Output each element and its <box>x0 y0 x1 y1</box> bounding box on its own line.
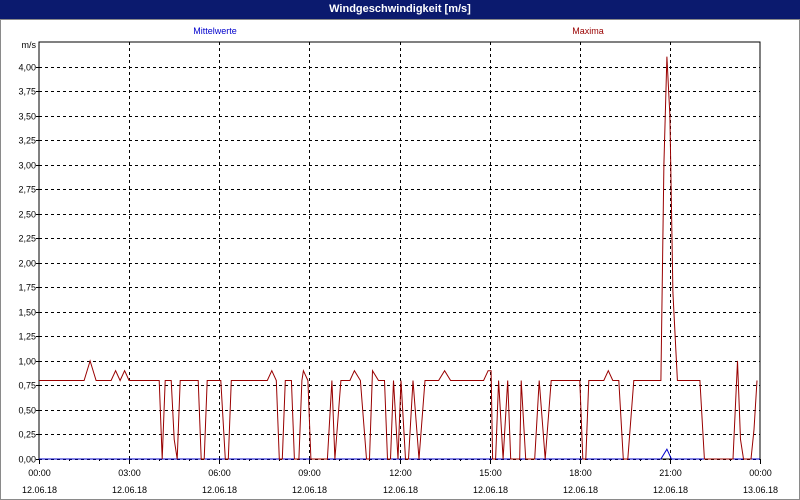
x-tick-date: 13.06.18 <box>743 485 778 495</box>
y-tick-label: 3,75 <box>18 87 36 97</box>
x-tick-date: 12.06.18 <box>202 485 237 495</box>
x-tick-date: 12.06.18 <box>653 485 688 495</box>
x-tick-time: 06:00 <box>208 468 231 478</box>
y-tick-label: 4,00 <box>18 63 36 73</box>
x-tick-date: 12.06.18 <box>112 485 147 495</box>
x-tick-date: 12.06.18 <box>22 485 57 495</box>
y-tick-label: 3,25 <box>18 136 36 146</box>
plot-area <box>38 41 761 460</box>
x-tick-time: 09:00 <box>298 468 321 478</box>
x-tick-time: 03:00 <box>118 468 141 478</box>
y-tick-label: 1,75 <box>18 283 36 293</box>
x-tick-time: 18:00 <box>569 468 592 478</box>
x-tick-date: 12.06.18 <box>563 485 598 495</box>
x-tick-time: 00:00 <box>749 468 772 478</box>
series-line-mittelwerte <box>39 448 760 460</box>
series-line-maxima <box>39 56 758 460</box>
y-tick-label: 0,25 <box>18 430 36 440</box>
wind-speed-chart: 0,00 0,25 0,50 0,75 1,00 1,25 1,50 1,75 2,00 2,25… <box>18 26 778 495</box>
y-tick-label: 1,25 <box>18 332 36 342</box>
y-tick-label: 2,50 <box>18 210 36 220</box>
x-tick-date: 12.06.18 <box>292 485 327 495</box>
y-tick-label: 2,00 <box>18 259 36 269</box>
y-tick-label: 1,50 <box>18 308 36 318</box>
x-tick-date: 12.06.18 <box>383 485 418 495</box>
y-tick-label: 3,50 <box>18 112 36 122</box>
legend-mittelwerte: Mittelwerte <box>193 26 237 36</box>
y-axis-label: m/s <box>22 40 37 50</box>
y-tick-label: 0,75 <box>18 381 36 391</box>
y-tick-label: 0,00 <box>18 455 36 465</box>
x-tick-date: 12.06.18 <box>473 485 508 495</box>
y-tick-label: 3,00 <box>18 161 36 171</box>
y-tick-label: 1,00 <box>18 357 36 367</box>
x-tick-time: 21:00 <box>659 468 682 478</box>
y-tick-label: 2,25 <box>18 234 36 244</box>
x-tick-time: 00:00 <box>28 468 51 478</box>
y-tick-label: 2,75 <box>18 185 36 195</box>
y-tick-label: 0,50 <box>18 406 36 416</box>
x-tick-time: 12:00 <box>389 468 412 478</box>
x-tick-time: 15:00 <box>479 468 502 478</box>
legend-maxima: Maxima <box>572 26 604 36</box>
